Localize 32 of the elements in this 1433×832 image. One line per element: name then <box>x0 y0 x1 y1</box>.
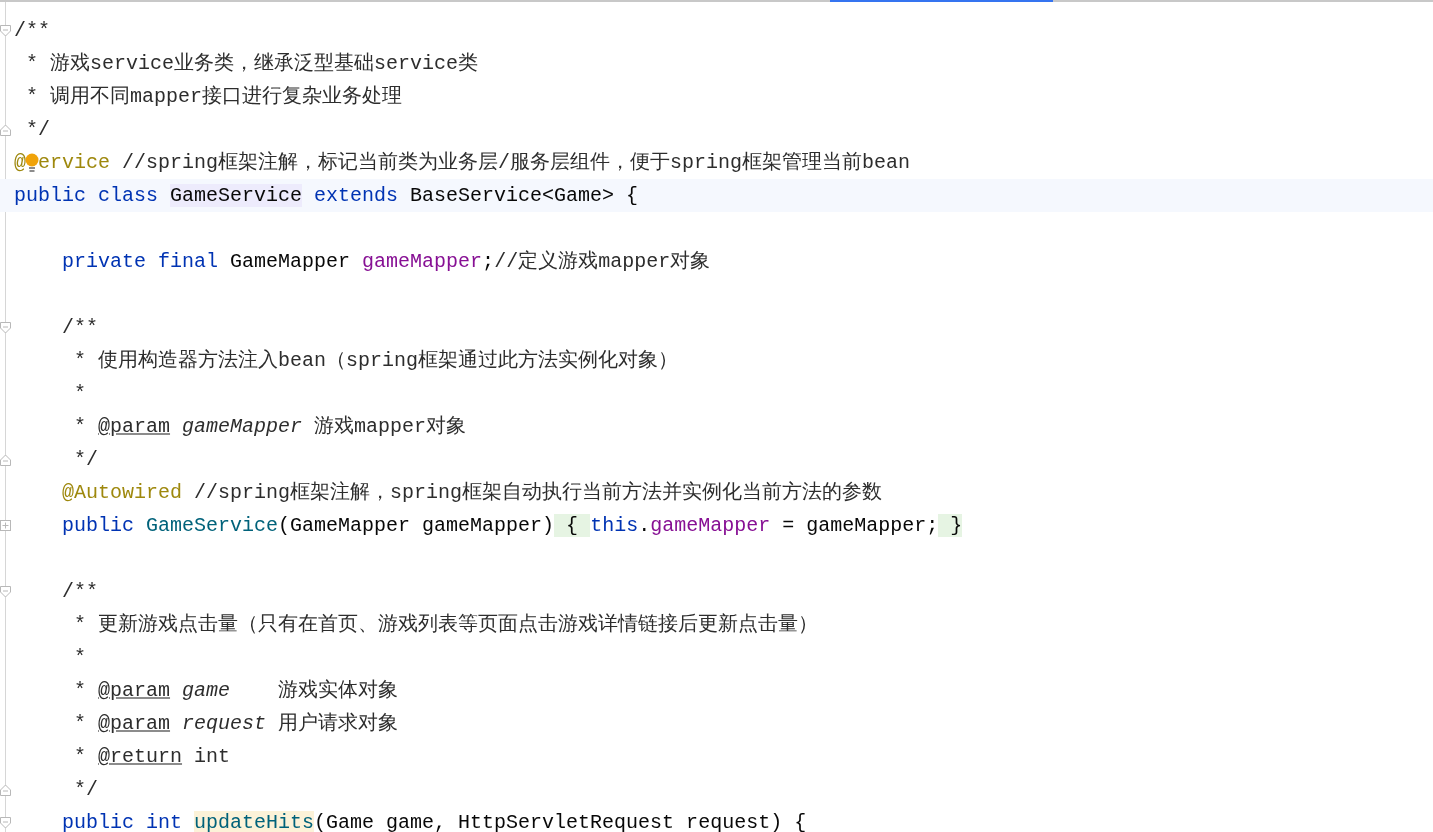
code-line: * @param request 用户请求对象 <box>73 711 399 737</box>
code-line: * @return int <box>73 744 231 770</box>
code-line: @Autowired //spring框架注解，spring框架自动执行当前方法并实例化当前方法的参数 <box>61 480 883 506</box>
code-line: * 更新游戏点击量（只有在首页、游戏列表等页面点击游戏详情链接后更新点击量） <box>73 612 818 638</box>
code-line: /** <box>61 315 98 341</box>
code-line: /** <box>14 18 50 44</box>
code-line: * 游戏service业务类，继承泛型基础service类 <box>25 51 479 77</box>
fold-icon[interactable] <box>0 453 11 466</box>
code-line: public int updateHits(Game game, HttpServletRequest request) { <box>61 810 807 832</box>
fold-icon[interactable] <box>0 585 11 598</box>
code-line: * <box>73 645 86 671</box>
code-line: * <box>73 381 86 407</box>
code-line: */ <box>73 777 98 803</box>
code-line: ervice //spring框架注解，标记当前类为业务层/服务层组件，便于spring框架管理当前bean <box>38 150 911 176</box>
code-line: * 调用不同mapper接口进行复杂业务处理 <box>25 84 403 110</box>
code-line: * @param game 游戏实体对象 <box>73 678 399 704</box>
fold-icon[interactable] <box>0 321 11 334</box>
code-line: */ <box>73 447 98 473</box>
code-line: @ <box>14 150 26 176</box>
code-line: /** <box>61 579 98 605</box>
fold-icon[interactable] <box>0 123 11 136</box>
fold-icon[interactable] <box>0 816 11 829</box>
fold-icon[interactable] <box>0 24 11 37</box>
expand-icon[interactable] <box>0 520 11 531</box>
code-line: public class GameService extends BaseService<Game> { <box>14 183 639 209</box>
code-line: public GameService(GameMapper gameMapper) { this.gameMapper = gameMapper; } <box>61 513 963 539</box>
code-line: */ <box>25 117 50 143</box>
code-line: * 使用构造器方法注入bean（spring框架通过此方法实例化对象） <box>73 348 679 374</box>
lightbulb-icon[interactable] <box>25 151 39 174</box>
code-line: private final GameMapper gameMapper;//定义游戏mapper对象 <box>61 249 711 275</box>
code-line: * @param gameMapper 游戏mapper对象 <box>73 414 467 440</box>
fold-icon[interactable] <box>0 783 11 796</box>
